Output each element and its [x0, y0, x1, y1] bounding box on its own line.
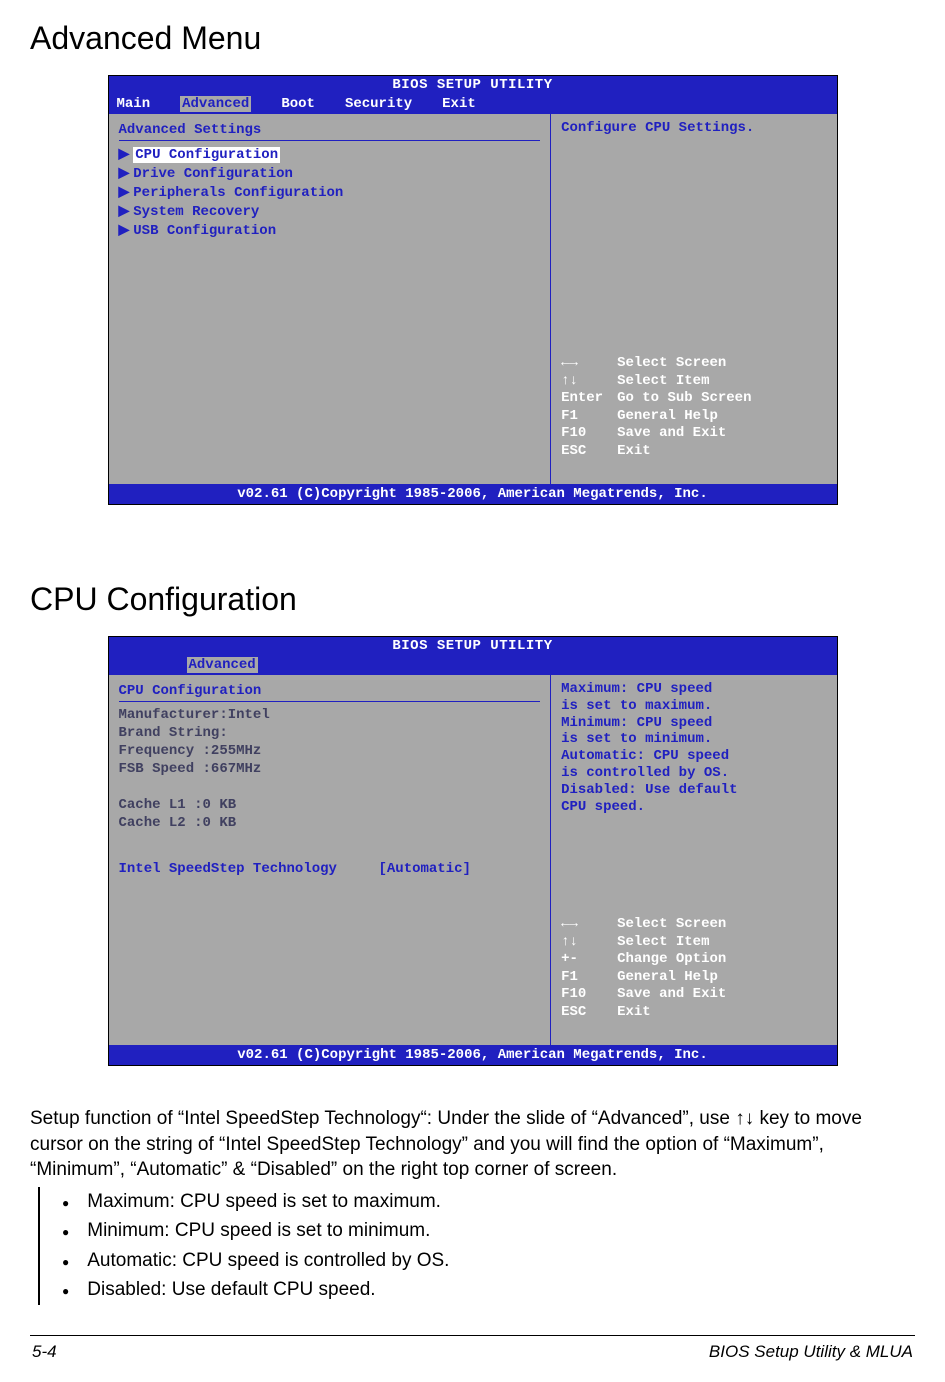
info-line: Cache L2 :0 KB [119, 814, 541, 832]
setting-value: [Automatic] [379, 861, 471, 877]
help-text: Maximum: CPU speed is set to maximum. Mi… [561, 681, 826, 815]
nav-action: Select Screen [617, 916, 726, 934]
nav-help-block: ←→Select Screen ↑↓Select Item EnterGo to… [561, 355, 826, 478]
tab-exit[interactable]: Exit [442, 96, 476, 112]
info-line [119, 778, 541, 796]
bios-title: BIOS SETUP UTILITY [109, 637, 837, 655]
menu-label: USB Configuration [133, 223, 276, 239]
menu-item-system-recovery[interactable]: ▶System Recovery [119, 202, 541, 221]
nav-action: Exit [617, 1004, 651, 1022]
nav-action: Go to Sub Screen [617, 390, 751, 408]
list-item-text: Minimum: CPU speed is set to minimum. [87, 1216, 430, 1245]
menu-item-drive-configuration[interactable]: ▶Drive Configuration [119, 164, 541, 183]
help-line: is set to minimum. [561, 731, 826, 748]
menu-label: CPU Configuration [133, 147, 280, 163]
bios-menubar: Main Advanced Boot Security Exit [109, 94, 837, 114]
list-item: ● Automatic: CPU speed is controlled by O… [48, 1246, 915, 1275]
page-number: 5-4 [32, 1342, 57, 1362]
nav-key: F1 [561, 408, 617, 426]
heading-advanced-menu: Advanced Menu [30, 20, 915, 57]
menu-label: System Recovery [133, 204, 259, 220]
bios-title: BIOS SETUP UTILITY [109, 76, 837, 94]
nav-key: F10 [561, 425, 617, 443]
bullet-icon: ● [62, 1194, 69, 1213]
heading-cpu-configuration: CPU Configuration [30, 581, 915, 618]
menu-item-cpu-configuration[interactable]: ▶CPU Configuration [119, 145, 541, 164]
help-line: Minimum: CPU speed [561, 715, 826, 732]
description-paragraph: Setup function of “Intel SpeedStep Techn… [30, 1106, 915, 1183]
bullet-icon: ● [62, 1253, 69, 1272]
nav-key: F1 [561, 969, 617, 987]
bullet-icon: ● [62, 1282, 69, 1301]
nav-action: General Help [617, 408, 718, 426]
panel-title: Advanced Settings [119, 120, 541, 141]
list-item-text: Automatic: CPU speed is controlled by OS… [87, 1246, 449, 1275]
tab-advanced[interactable]: Advanced [180, 96, 251, 112]
bios-footer: v02.61 (C)Copyright 1985-2006, American … [109, 484, 837, 504]
nav-key: ←→ [561, 916, 617, 934]
nav-key: ↑↓ [561, 934, 617, 952]
chevron-right-icon: ▶ [119, 147, 130, 163]
nav-key: Enter [561, 390, 617, 408]
bullet-list: ● Maximum: CPU speed is set to maximum. ●… [38, 1187, 915, 1305]
setting-label: Intel SpeedStep Technology [119, 861, 379, 877]
list-item: ● Maximum: CPU speed is set to maximum. [48, 1187, 915, 1216]
setting-intel-speedstep[interactable]: Intel SpeedStep Technology [Automatic] [119, 860, 541, 878]
chevron-right-icon: ▶ [119, 223, 130, 239]
chevron-right-icon: ▶ [119, 185, 130, 201]
page-footer: 5-4 BIOS Setup Utility & MLUA [30, 1335, 915, 1372]
tab-advanced[interactable]: Advanced [187, 657, 258, 673]
nav-help-block: ←→Select Screen ↑↓Select Item +-Change O… [561, 916, 826, 1039]
nav-action: Save and Exit [617, 425, 726, 443]
menu-label: Drive Configuration [133, 166, 293, 182]
list-item: ● Minimum: CPU speed is set to minimum. [48, 1216, 915, 1245]
nav-key: +- [561, 951, 617, 969]
nav-action: Select Item [617, 934, 709, 952]
help-line: Automatic: CPU speed [561, 748, 826, 765]
help-text: Configure CPU Settings. [561, 120, 826, 137]
nav-key: ↑↓ [561, 373, 617, 391]
list-item: ● Disabled: Use default CPU speed. [48, 1275, 915, 1304]
panel-title: CPU Configuration [119, 681, 541, 702]
nav-action: Save and Exit [617, 986, 726, 1004]
info-line: Cache L1 :0 KB [119, 796, 541, 814]
info-line: Frequency :255MHz [119, 742, 541, 760]
nav-key: ESC [561, 443, 617, 461]
nav-key: ESC [561, 1004, 617, 1022]
tab-main[interactable]: Main [117, 96, 151, 112]
chevron-right-icon: ▶ [119, 166, 130, 182]
bios-left-panel: CPU Configuration Manufacturer:Intel Bra… [109, 675, 552, 1045]
help-line: is set to maximum. [561, 698, 826, 715]
tab-boot[interactable]: Boot [281, 96, 315, 112]
menu-label: Peripherals Configuration [133, 185, 343, 201]
nav-key: ←→ [561, 355, 617, 373]
help-line: is controlled by OS. [561, 765, 826, 782]
bios-screen-advanced-menu: BIOS SETUP UTILITY Main Advanced Boot Se… [108, 75, 838, 505]
tab-security[interactable]: Security [345, 96, 412, 112]
chevron-right-icon: ▶ [119, 204, 130, 220]
help-line: Disabled: Use default [561, 782, 826, 799]
menu-item-peripherals-configuration[interactable]: ▶Peripherals Configuration [119, 183, 541, 202]
list-item-text: Disabled: Use default CPU speed. [87, 1275, 375, 1304]
nav-action: Exit [617, 443, 651, 461]
nav-action: Select Screen [617, 355, 726, 373]
nav-action: Change Option [617, 951, 726, 969]
bios-footer: v02.61 (C)Copyright 1985-2006, American … [109, 1045, 837, 1065]
list-item-text: Maximum: CPU speed is set to maximum. [87, 1187, 441, 1216]
bios-menubar: Advanced [109, 655, 837, 675]
info-line: Manufacturer:Intel [119, 706, 541, 724]
bullet-icon: ● [62, 1223, 69, 1242]
nav-action: Select Item [617, 373, 709, 391]
nav-key: F10 [561, 986, 617, 1004]
bios-left-panel: Advanced Settings ▶CPU Configuration ▶Dr… [109, 114, 552, 484]
bios-screen-cpu-configuration: BIOS SETUP UTILITY Advanced CPU Configur… [108, 636, 838, 1066]
help-line: Maximum: CPU speed [561, 681, 826, 698]
menu-item-usb-configuration[interactable]: ▶USB Configuration [119, 221, 541, 240]
info-line: Brand String: [119, 724, 541, 742]
help-line: CPU speed. [561, 799, 826, 816]
page-footer-right: BIOS Setup Utility & MLUA [709, 1342, 913, 1362]
nav-action: General Help [617, 969, 718, 987]
info-line: FSB Speed :667MHz [119, 760, 541, 778]
